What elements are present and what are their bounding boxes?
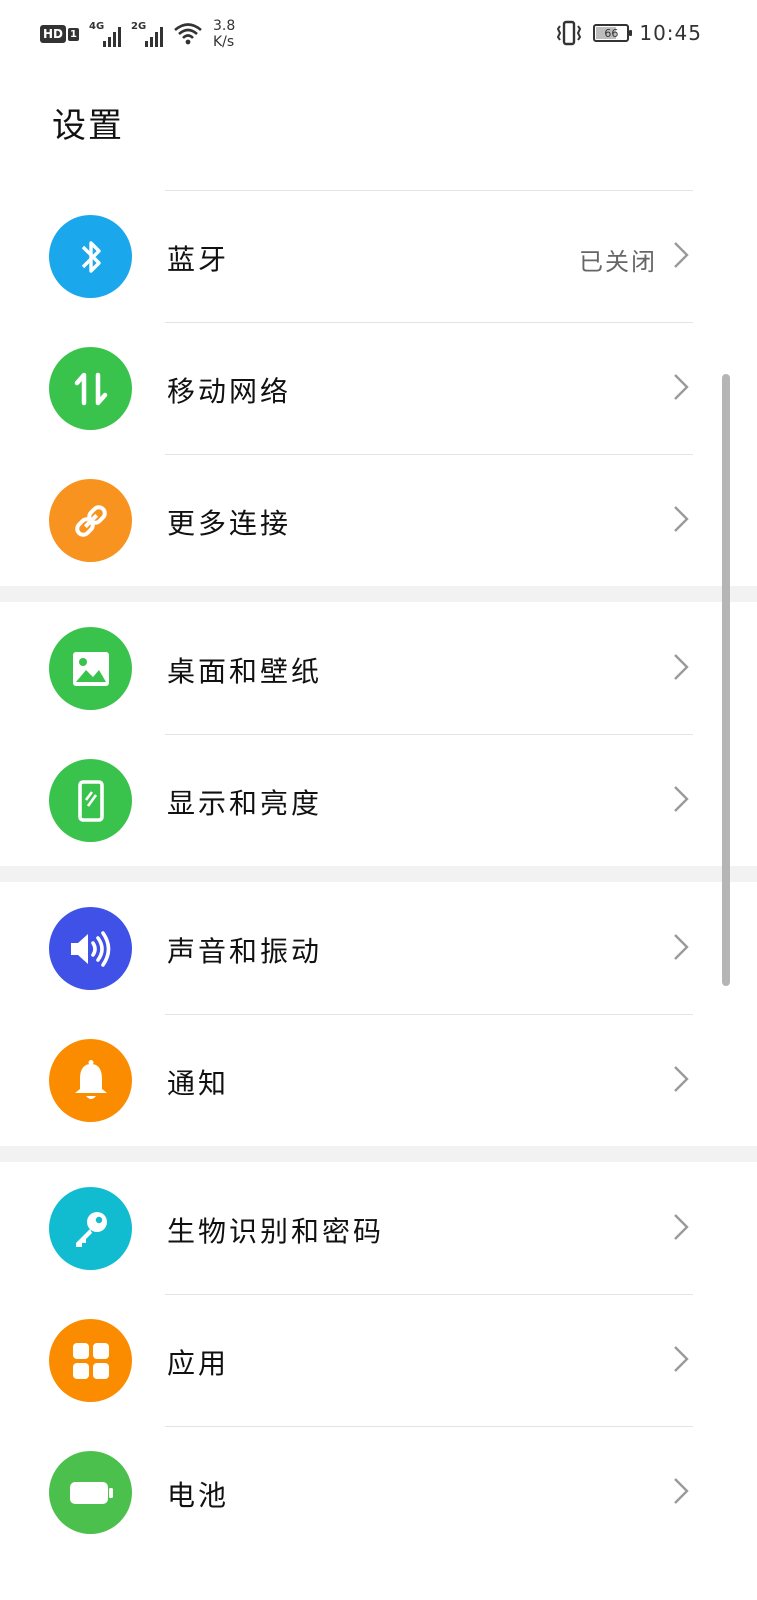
settings-item-label: 通知 xyxy=(167,1067,230,1100)
link-icon xyxy=(49,479,132,562)
settings-item-battery[interactable]: 电池 xyxy=(0,1426,757,1558)
settings-item-apps[interactable]: 应用 xyxy=(0,1294,757,1426)
signal-2g-icon: 2G xyxy=(131,21,163,47)
chevron-right-icon xyxy=(674,506,689,532)
settings-item-label: 蓝牙 xyxy=(167,243,230,276)
network-speed: 3.8 K/s xyxy=(212,18,236,50)
settings-item-bluetooth[interactable]: 蓝牙 已关闭 xyxy=(0,190,757,322)
display-icon xyxy=(49,759,132,842)
clock: 10:45 xyxy=(639,21,702,45)
settings-item-home-screen-wallpaper[interactable]: 桌面和壁纸 xyxy=(0,602,757,734)
bluetooth-status: 已关闭 xyxy=(579,248,657,276)
chevron-right-icon xyxy=(674,1066,689,1092)
chevron-right-icon xyxy=(674,242,689,268)
wifi-icon xyxy=(174,23,202,45)
settings-list: 蓝牙 已关闭 移动网络 更多连接 桌面和壁纸 显示和亮度 声音和振动 通知 生物… xyxy=(0,190,757,1558)
chevron-right-icon xyxy=(674,1346,689,1372)
settings-item-label: 应用 xyxy=(167,1347,230,1380)
settings-item-display-brightness[interactable]: 显示和亮度 xyxy=(0,734,757,866)
scrollbar[interactable] xyxy=(722,374,730,986)
settings-item-mobile-network[interactable]: 移动网络 xyxy=(0,322,757,454)
battery-icon xyxy=(49,1451,132,1534)
hd-label: HD xyxy=(40,25,67,43)
settings-item-label: 声音和振动 xyxy=(167,935,323,968)
hd-voice-indicator: HD 1 xyxy=(40,25,79,43)
bluetooth-icon xyxy=(49,215,132,298)
group-separator xyxy=(0,586,757,602)
key-icon xyxy=(49,1187,132,1270)
settings-item-label: 电池 xyxy=(167,1479,230,1512)
chevron-right-icon xyxy=(674,654,689,680)
group-separator xyxy=(0,1146,757,1162)
settings-item-label: 更多连接 xyxy=(167,507,292,540)
settings-item-label: 显示和亮度 xyxy=(167,787,323,820)
sound-icon xyxy=(49,907,132,990)
sim-index: 1 xyxy=(68,27,79,41)
apps-icon xyxy=(49,1319,132,1402)
wallpaper-icon xyxy=(49,627,132,710)
signal-4g-icon: 4G xyxy=(89,21,121,47)
settings-item-notifications[interactable]: 通知 xyxy=(0,1014,757,1146)
battery-level-indicator: 66 xyxy=(593,24,633,42)
group-separator xyxy=(0,866,757,882)
chevron-right-icon xyxy=(674,1478,689,1504)
bell-icon xyxy=(49,1039,132,1122)
settings-item-label: 移动网络 xyxy=(167,375,292,408)
chevron-right-icon xyxy=(674,786,689,812)
vibrate-icon xyxy=(557,20,582,46)
status-bar: HD 1 4G 2G 3.8 K/s 66 10:45 xyxy=(0,0,757,68)
chevron-right-icon xyxy=(674,934,689,960)
chevron-right-icon xyxy=(674,1214,689,1240)
settings-item-biometrics-password[interactable]: 生物识别和密码 xyxy=(0,1162,757,1294)
chevron-right-icon xyxy=(674,374,689,400)
settings-item-label: 桌面和壁纸 xyxy=(167,655,323,688)
mobile-data-icon xyxy=(49,347,132,430)
settings-item-sound-vibration[interactable]: 声音和振动 xyxy=(0,882,757,1014)
page-title: 设置 xyxy=(52,106,124,146)
settings-item-more-connections[interactable]: 更多连接 xyxy=(0,454,757,586)
settings-item-label: 生物识别和密码 xyxy=(167,1215,385,1248)
